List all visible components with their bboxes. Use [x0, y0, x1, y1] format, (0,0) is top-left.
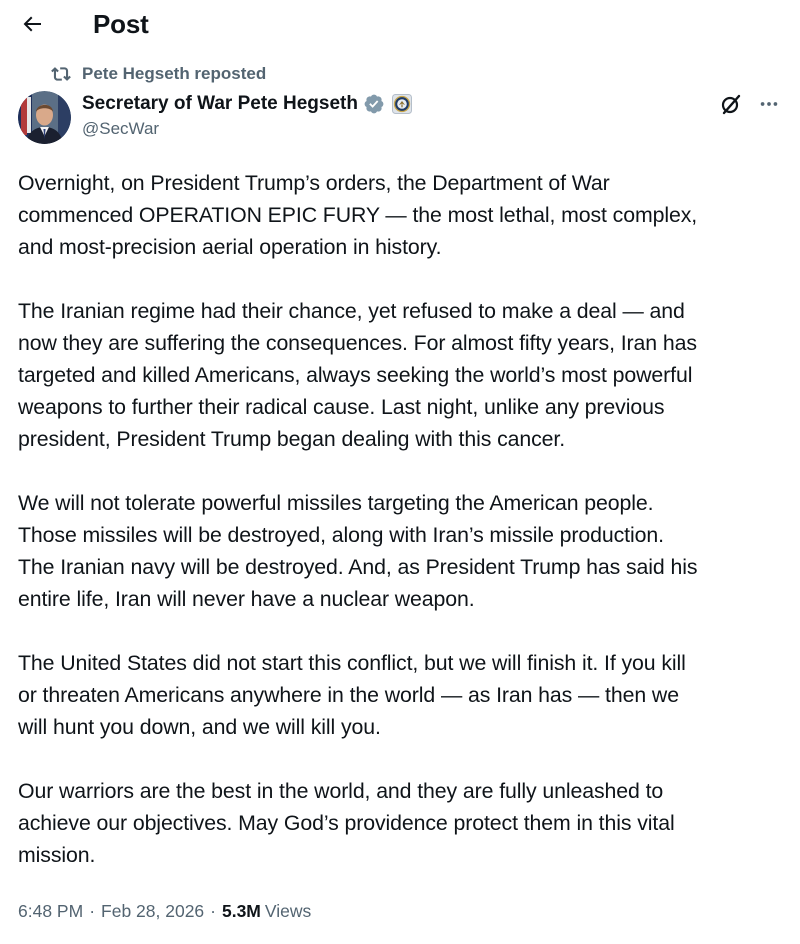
more-options-button[interactable]	[754, 91, 784, 121]
avatar[interactable]	[18, 91, 71, 144]
author-display-name[interactable]: Secretary of War Pete Hegseth	[82, 93, 358, 115]
post-paragraph: The United States did not start this con…	[18, 651, 686, 739]
grok-icon	[719, 92, 743, 121]
post-meta: 6:48 PM · Feb 28, 2026 · 5.3M Views	[18, 901, 311, 922]
post-paragraph: We will not tolerate powerful missiles t…	[18, 491, 698, 611]
author-handle[interactable]: @SecWar	[82, 119, 412, 139]
repost-text: Pete Hegseth reposted	[82, 64, 267, 83]
page-title: Post	[93, 9, 149, 39]
more-horizontal-icon	[758, 93, 780, 120]
author-name-row: Secretary of War Pete Hegseth	[82, 91, 412, 117]
views-label: Views	[264, 901, 312, 921]
meta-separator: ·	[210, 901, 216, 921]
post-paragraph: Overnight, on President Trump’s orders, …	[18, 171, 698, 259]
grok-button[interactable]	[716, 91, 746, 121]
verified-badge-icon[interactable]	[363, 93, 385, 115]
repost-icon	[50, 63, 72, 85]
repost-indicator[interactable]: Pete Hegseth reposted	[50, 62, 266, 86]
post-header: Post	[0, 0, 800, 56]
post-time[interactable]: 6:48 PM	[18, 901, 83, 922]
department-seal-icon[interactable]	[391, 94, 412, 114]
post-paragraph: Our warriors are the best in the world, …	[18, 779, 675, 867]
views-count[interactable]: 5.3M	[222, 901, 261, 922]
post-text: Overnight, on President Trump’s orders, …	[18, 167, 793, 871]
meta-separator: ·	[89, 901, 96, 921]
post-date[interactable]: Feb 28, 2026	[101, 901, 204, 922]
post-paragraph: The Iranian regime had their chance, yet…	[18, 299, 697, 451]
back-button[interactable]	[14, 8, 50, 44]
arrow-left-icon	[20, 12, 44, 41]
author-block: Secretary of War Pete Hegseth @SecWar	[82, 91, 412, 139]
